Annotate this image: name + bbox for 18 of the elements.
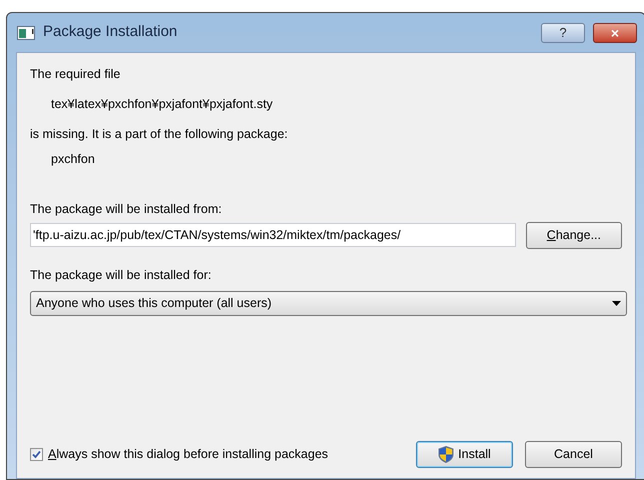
message-text: The required file [30, 66, 122, 83]
user-dropdown[interactable]: Anyone who uses this computer (all users) [30, 290, 627, 316]
window-title: Package Installation [43, 22, 178, 42]
checkbox[interactable] [30, 448, 43, 461]
package-name: pxchfon [50, 151, 96, 168]
message-text: is missing. It is a part of the following package: [30, 126, 289, 143]
url-field[interactable]: 'ftp.u-aizu.ac.jp/pub/tex/CTAN/systems/win32/miktex/tm/packages/ [30, 223, 516, 248]
dialog-button[interactable]: Cancel [525, 441, 622, 468]
field-label: The package will be installed for: [30, 266, 212, 284]
app-icon [17, 26, 35, 40]
checkbox-label[interactable]: Always show this dialog before installing packages [48, 445, 328, 464]
help-button[interactable]: ? [541, 22, 585, 42]
change-button[interactable]: Change... [526, 222, 622, 249]
field-label: The package will be installed from: [30, 201, 223, 218]
shield-icon [438, 446, 454, 463]
file-path: tex¥latex¥pxchfon¥pxjafont¥pxjafont.sty [50, 96, 274, 113]
dialog-button[interactable]: Install [416, 441, 513, 468]
dropdown-arrow-icon [612, 300, 621, 306]
